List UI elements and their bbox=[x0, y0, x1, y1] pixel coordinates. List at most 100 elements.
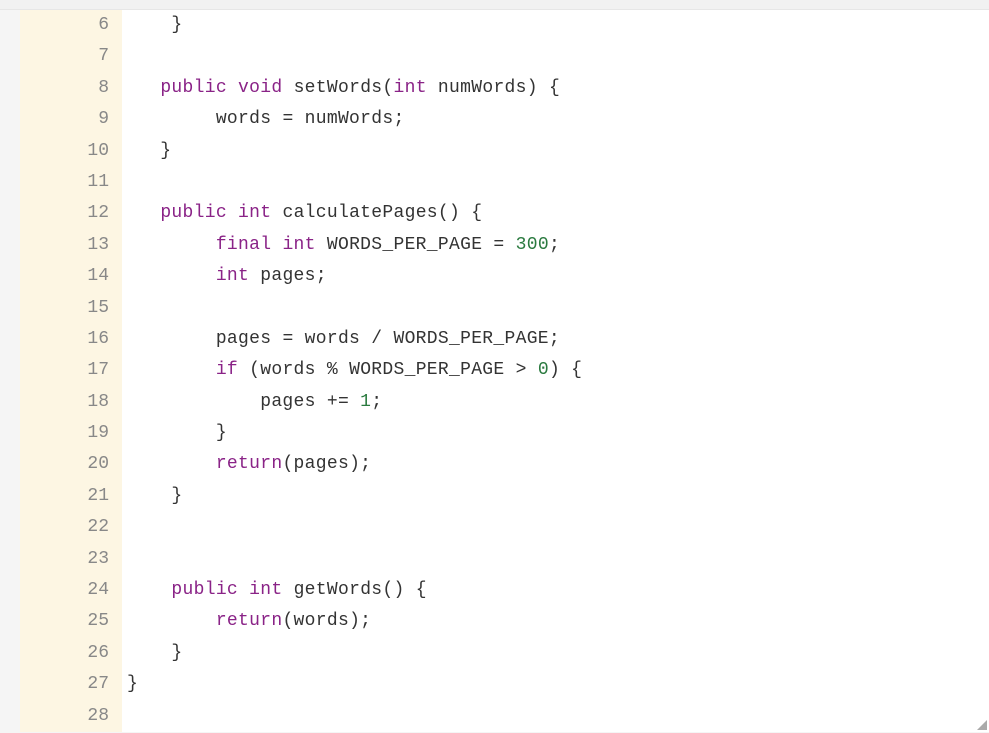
code-token: return bbox=[216, 454, 283, 474]
code-token: WORDS_PER_PAGE bbox=[382, 329, 549, 349]
code-line[interactable]: return(words); bbox=[127, 606, 989, 637]
code-token: pages bbox=[127, 329, 282, 349]
line-number: 7 bbox=[20, 41, 122, 72]
code-token: int bbox=[394, 78, 427, 98]
code-line[interactable]: } bbox=[127, 638, 989, 669]
code-line[interactable]: public int getWords() { bbox=[127, 575, 989, 606]
line-number: 28 bbox=[20, 701, 122, 732]
line-number: 24 bbox=[20, 575, 122, 606]
code-token bbox=[127, 611, 216, 631]
code-line[interactable] bbox=[127, 293, 989, 324]
code-token: void bbox=[238, 78, 282, 98]
line-number: 13 bbox=[20, 230, 122, 261]
code-token: WORDS_PER_PAGE bbox=[338, 360, 516, 380]
code-token: ; bbox=[549, 329, 560, 349]
code-token: public bbox=[171, 580, 238, 600]
code-token: += bbox=[327, 392, 349, 412]
line-number: 6 bbox=[20, 10, 122, 41]
code-token: / bbox=[371, 329, 382, 349]
resize-handle-icon[interactable] bbox=[975, 718, 987, 730]
code-token: pages bbox=[127, 392, 327, 412]
code-token bbox=[282, 78, 293, 98]
code-token bbox=[127, 78, 160, 98]
line-number: 15 bbox=[20, 293, 122, 324]
code-token bbox=[271, 235, 282, 255]
code-line[interactable]: int pages; bbox=[127, 261, 989, 292]
line-number: 17 bbox=[20, 355, 122, 386]
code-token: = bbox=[282, 329, 293, 349]
code-token: return bbox=[216, 611, 283, 631]
code-token bbox=[127, 266, 216, 286]
code-line[interactable]: pages = words / WORDS_PER_PAGE; bbox=[127, 324, 989, 355]
code-token bbox=[127, 580, 171, 600]
code-token: { bbox=[538, 78, 560, 98]
code-token: int bbox=[282, 235, 315, 255]
code-token: (pages) bbox=[282, 454, 360, 474]
code-token: int bbox=[249, 580, 282, 600]
line-number: 8 bbox=[20, 73, 122, 104]
code-area[interactable]: } public void setWords(int numWords) { w… bbox=[122, 10, 989, 732]
code-token bbox=[349, 392, 360, 412]
code-token: > bbox=[516, 360, 527, 380]
code-token: } bbox=[127, 674, 138, 694]
code-token: public bbox=[160, 78, 227, 98]
line-number: 27 bbox=[20, 669, 122, 700]
code-token: final bbox=[216, 235, 272, 255]
code-token: calculatePages bbox=[282, 203, 437, 223]
code-line[interactable] bbox=[127, 544, 989, 575]
code-line[interactable]: } bbox=[127, 669, 989, 700]
line-number: 10 bbox=[20, 136, 122, 167]
code-token: setWords bbox=[294, 78, 383, 98]
code-line[interactable] bbox=[127, 167, 989, 198]
code-token bbox=[227, 203, 238, 223]
code-token: } bbox=[127, 15, 183, 35]
code-token: ; bbox=[360, 611, 371, 631]
code-token: ; bbox=[371, 392, 382, 412]
code-line[interactable]: } bbox=[127, 418, 989, 449]
code-line[interactable] bbox=[127, 41, 989, 72]
code-editor[interactable]: 6789101112131415161718192021222324252627… bbox=[20, 10, 989, 732]
line-number: 23 bbox=[20, 544, 122, 575]
code-token: (words bbox=[238, 360, 327, 380]
code-line[interactable]: } bbox=[127, 10, 989, 41]
code-token: if bbox=[216, 360, 238, 380]
line-number: 21 bbox=[20, 481, 122, 512]
code-token: 1 bbox=[360, 392, 371, 412]
code-token bbox=[127, 235, 216, 255]
code-token bbox=[127, 360, 216, 380]
code-line[interactable]: words = numWords; bbox=[127, 104, 989, 135]
code-token: pages bbox=[249, 266, 316, 286]
line-number: 25 bbox=[20, 606, 122, 637]
code-line[interactable]: final int WORDS_PER_PAGE = 300; bbox=[127, 230, 989, 261]
line-number: 20 bbox=[20, 449, 122, 480]
code-token bbox=[505, 235, 516, 255]
code-line[interactable]: } bbox=[127, 481, 989, 512]
code-line[interactable]: pages += 1; bbox=[127, 387, 989, 418]
code-token: = bbox=[493, 235, 504, 255]
code-token: (words) bbox=[282, 611, 360, 631]
code-line[interactable] bbox=[127, 512, 989, 543]
code-line[interactable]: } bbox=[127, 136, 989, 167]
line-number-gutter: 6789101112131415161718192021222324252627… bbox=[20, 10, 122, 732]
code-token: numWords bbox=[294, 109, 394, 129]
code-token: ; bbox=[360, 454, 371, 474]
code-line[interactable] bbox=[127, 701, 989, 732]
code-token bbox=[527, 360, 538, 380]
code-line[interactable]: public int calculatePages() { bbox=[127, 198, 989, 229]
code-token: } bbox=[127, 486, 183, 506]
code-token: { bbox=[405, 580, 427, 600]
code-line[interactable]: public void setWords(int numWords) { bbox=[127, 73, 989, 104]
code-token bbox=[271, 203, 282, 223]
code-token: ; bbox=[549, 235, 560, 255]
code-line[interactable]: return(pages); bbox=[127, 449, 989, 480]
code-token: = bbox=[282, 109, 293, 129]
code-token: } bbox=[127, 141, 171, 161]
code-token: int bbox=[238, 203, 271, 223]
code-token: ; bbox=[393, 109, 404, 129]
code-line[interactable]: if (words % WORDS_PER_PAGE > 0) { bbox=[127, 355, 989, 386]
code-token bbox=[238, 580, 249, 600]
code-token bbox=[127, 203, 160, 223]
line-number: 26 bbox=[20, 638, 122, 669]
code-token bbox=[127, 454, 216, 474]
line-number: 19 bbox=[20, 418, 122, 449]
